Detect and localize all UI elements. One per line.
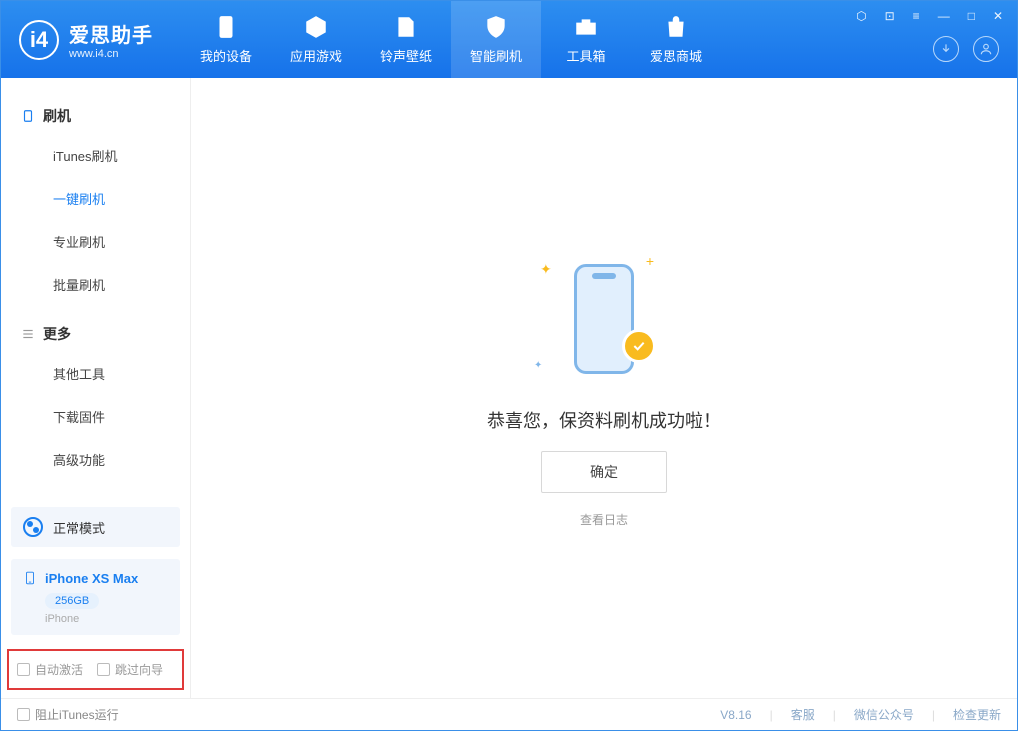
- logo-icon: i4: [19, 20, 59, 60]
- phone-icon: [213, 14, 239, 40]
- maximize-button[interactable]: □: [968, 9, 975, 23]
- option-label: 自动激活: [35, 661, 83, 678]
- tab-label: 应用游戏: [290, 46, 342, 65]
- sidebar-group-more: 更多 其他工具 下载固件 高级功能: [1, 306, 190, 481]
- header-actions: [933, 36, 999, 62]
- tab-my-device[interactable]: 我的设备: [181, 1, 271, 78]
- sidebar-item-oneclick-flash[interactable]: 一键刷机: [1, 177, 190, 220]
- bag-icon: [663, 14, 689, 40]
- shield-refresh-icon: [483, 14, 509, 40]
- sidebar-item-itunes-flash[interactable]: iTunes刷机: [1, 134, 190, 177]
- checkbox-icon: [17, 663, 30, 676]
- checkbox-icon: [17, 708, 30, 721]
- option-skip-guide[interactable]: 跳过向导: [97, 661, 163, 678]
- app-name: 爱思助手: [69, 19, 153, 48]
- sidebar: 刷机 iTunes刷机 一键刷机 专业刷机 批量刷机 更多 其他工具 下载固件 …: [1, 78, 191, 698]
- mode-icon: [23, 517, 43, 537]
- minimize-button[interactable]: —: [938, 9, 950, 23]
- confirm-button[interactable]: 确定: [541, 451, 667, 493]
- footer-link-update[interactable]: 检查更新: [953, 706, 1001, 723]
- sidebar-item-other-tools[interactable]: 其他工具: [1, 352, 190, 395]
- option-label: 跳过向导: [115, 661, 163, 678]
- sidebar-item-batch-flash[interactable]: 批量刷机: [1, 263, 190, 306]
- sidebar-item-download-firmware[interactable]: 下载固件: [1, 395, 190, 438]
- version-label: V8.16: [720, 708, 751, 722]
- mode-label: 正常模式: [53, 518, 105, 537]
- sidebar-title-flash: 刷机: [1, 98, 190, 134]
- option-label: 阻止iTunes运行: [35, 706, 119, 723]
- tab-label: 我的设备: [200, 46, 252, 65]
- sidebar-group-flash: 刷机 iTunes刷机 一键刷机 专业刷机 批量刷机: [1, 88, 190, 306]
- tshirt-icon[interactable]: ⬡: [856, 9, 866, 23]
- tab-label: 工具箱: [566, 46, 605, 65]
- checkmark-badge-icon: [622, 329, 656, 363]
- footer-link-support[interactable]: 客服: [791, 706, 815, 723]
- sparkle-icon: ✦: [534, 360, 542, 371]
- group-title-text: 刷机: [43, 106, 71, 126]
- option-auto-activate[interactable]: 自动激活: [17, 661, 83, 678]
- logo-text: 爱思助手 www.i4.cn: [69, 19, 153, 60]
- tab-toolbox[interactable]: 工具箱: [541, 1, 631, 78]
- main-content: ✦ + ✦ 恭喜您，保资料刷机成功啦！ 确定 查看日志: [191, 78, 1017, 698]
- tab-label: 铃声壁纸: [380, 46, 432, 65]
- device-icon: [21, 109, 35, 123]
- separator: |: [932, 708, 935, 722]
- tab-flash[interactable]: 智能刷机: [451, 1, 541, 78]
- user-button[interactable]: [973, 36, 999, 62]
- separator: |: [770, 708, 773, 722]
- window-controls: ⬡ ⊡ ≡ — □ ✕: [842, 1, 1017, 31]
- sidebar-item-advanced[interactable]: 高级功能: [1, 438, 190, 481]
- device-type: iPhone: [45, 613, 168, 625]
- sidebar-spacer: [1, 481, 190, 501]
- music-file-icon: [393, 14, 419, 40]
- status-bar: 阻止iTunes运行 V8.16 | 客服 | 微信公众号 | 检查更新: [1, 698, 1017, 730]
- list-icon: [21, 327, 35, 341]
- success-message: 恭喜您，保资料刷机成功啦！: [487, 407, 721, 433]
- sidebar-item-pro-flash[interactable]: 专业刷机: [1, 220, 190, 263]
- group-title-text: 更多: [43, 324, 71, 344]
- cube-icon: [303, 14, 329, 40]
- download-button[interactable]: [933, 36, 959, 62]
- phone-outline-icon: [23, 569, 37, 587]
- success-illustration: ✦ + ✦: [534, 249, 674, 389]
- body: 刷机 iTunes刷机 一键刷机 专业刷机 批量刷机 更多 其他工具 下载固件 …: [1, 78, 1017, 698]
- tab-label: 爱思商城: [650, 46, 702, 65]
- lock-icon[interactable]: ⊡: [885, 9, 895, 23]
- device-name-row: iPhone XS Max: [23, 569, 168, 587]
- footer-right: V8.16 | 客服 | 微信公众号 | 检查更新: [720, 706, 1001, 723]
- mode-indicator[interactable]: 正常模式: [11, 507, 180, 547]
- sparkle-icon: ✦: [540, 261, 552, 278]
- tab-store[interactable]: 爱思商城: [631, 1, 721, 78]
- view-log-link[interactable]: 查看日志: [580, 511, 628, 528]
- separator: |: [833, 708, 836, 722]
- tab-label: 智能刷机: [470, 46, 522, 65]
- main-nav: 我的设备 应用游戏 铃声壁纸 智能刷机 工具箱 爱思商城: [181, 1, 721, 78]
- title-bar: i4 爱思助手 www.i4.cn 我的设备 应用游戏 铃声壁纸 智能刷机 工具…: [1, 1, 1017, 78]
- device-capacity: 256GB: [45, 593, 99, 609]
- toolbox-icon: [573, 14, 599, 40]
- phone-illustration: [574, 264, 634, 374]
- tab-ringtones[interactable]: 铃声壁纸: [361, 1, 451, 78]
- footer-link-wechat[interactable]: 微信公众号: [854, 706, 914, 723]
- flash-options-highlight: 自动激活 跳过向导: [7, 649, 184, 690]
- sparkle-icon: +: [646, 253, 654, 269]
- app-logo: i4 爱思助手 www.i4.cn: [1, 19, 171, 60]
- sidebar-title-more: 更多: [1, 316, 190, 352]
- option-block-itunes[interactable]: 阻止iTunes运行: [17, 706, 119, 723]
- connected-device[interactable]: iPhone XS Max 256GB iPhone: [11, 559, 180, 635]
- checkbox-icon: [97, 663, 110, 676]
- app-url: www.i4.cn: [69, 48, 153, 60]
- close-button[interactable]: ✕: [993, 9, 1003, 23]
- menu-icon[interactable]: ≡: [913, 9, 920, 23]
- device-name: iPhone XS Max: [45, 571, 138, 586]
- tab-apps-games[interactable]: 应用游戏: [271, 1, 361, 78]
